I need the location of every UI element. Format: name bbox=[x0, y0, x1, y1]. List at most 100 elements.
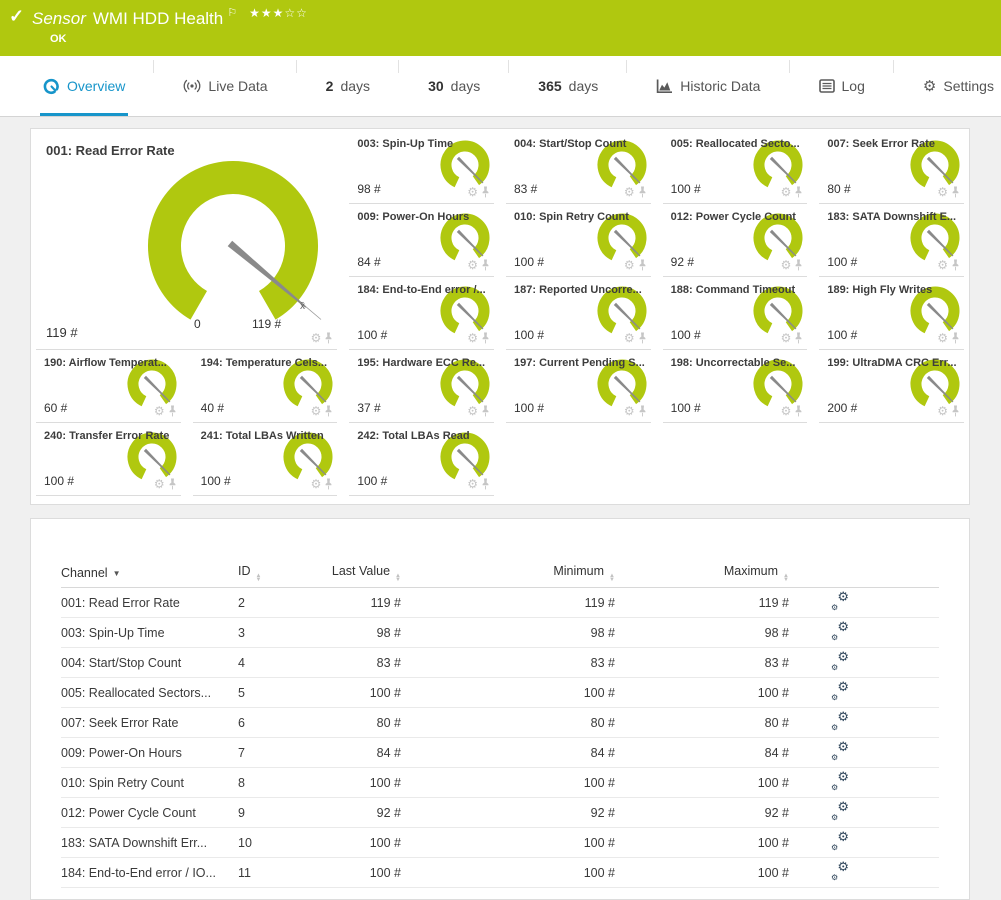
flag-icon[interactable]: ⚐ bbox=[227, 6, 237, 19]
table-row[interactable]: 001: Read Error Rate 2 119 # 119 # 119 #… bbox=[61, 588, 939, 618]
table-row[interactable]: 004: Start/Stop Count 4 83 # 83 # 83 # ⚙… bbox=[61, 648, 939, 678]
pin-icon[interactable] bbox=[324, 332, 333, 344]
gear-icon[interactable]: ⚙ bbox=[781, 333, 792, 344]
column-header-maximum[interactable]: Maximum▲▼ bbox=[615, 564, 789, 582]
channel-name[interactable]: 183: SATA Downshift Err... bbox=[61, 836, 238, 850]
tab-label: Historic Data bbox=[680, 78, 760, 94]
gear-icon[interactable]: ⚙ bbox=[781, 260, 792, 271]
channel-settings-icon[interactable]: ⚙⚙ bbox=[831, 743, 849, 760]
channel-settings-icon[interactable]: ⚙⚙ bbox=[831, 683, 849, 700]
pin-icon[interactable] bbox=[794, 405, 803, 417]
channel-settings-icon[interactable]: ⚙⚙ bbox=[831, 803, 849, 820]
gauge-value: 100 # bbox=[514, 401, 544, 415]
channel-name[interactable]: 005: Reallocated Sectors... bbox=[61, 686, 238, 700]
gear-icon[interactable]: ⚙ bbox=[781, 187, 792, 198]
channel-name[interactable]: 009: Power-On Hours bbox=[61, 746, 238, 760]
gear-icon[interactable]: ⚙ bbox=[467, 406, 478, 417]
gear-icon[interactable]: ⚙ bbox=[311, 406, 322, 417]
channel-settings-icon[interactable]: ⚙⚙ bbox=[831, 713, 849, 730]
channel-name[interactable]: 010: Spin Retry Count bbox=[61, 776, 238, 790]
channel-id: 10 bbox=[238, 836, 296, 850]
gear-icon[interactable]: ⚙ bbox=[154, 479, 165, 490]
pin-icon[interactable] bbox=[168, 405, 177, 417]
tab-2-days[interactable]: 2 days bbox=[323, 56, 373, 116]
table-row[interactable]: 003: Spin-Up Time 3 98 # 98 # 98 # ⚙⚙ bbox=[61, 618, 939, 648]
last-value: 100 # bbox=[296, 686, 401, 700]
pin-icon[interactable] bbox=[951, 332, 960, 344]
gear-icon[interactable]: ⚙ bbox=[624, 406, 635, 417]
gauge-title: 009: Power-On Hours bbox=[357, 211, 469, 223]
tab-log[interactable]: Log bbox=[816, 56, 868, 116]
column-header-minimum[interactable]: Minimum▲▼ bbox=[401, 564, 615, 582]
pin-icon[interactable] bbox=[481, 332, 490, 344]
gear-icon[interactable]: ⚙ bbox=[467, 479, 478, 490]
pin-icon[interactable] bbox=[324, 478, 333, 490]
channel-name[interactable]: 003: Spin-Up Time bbox=[61, 626, 238, 640]
table-row[interactable]: 183: SATA Downshift Err... 10 100 # 100 … bbox=[61, 828, 939, 858]
tab-live-data[interactable]: Live Data bbox=[180, 56, 270, 116]
channel-name[interactable]: 184: End-to-End error / IO... bbox=[61, 866, 238, 880]
pin-icon[interactable] bbox=[481, 405, 490, 417]
gear-icon[interactable]: ⚙ bbox=[937, 260, 948, 271]
pin-icon[interactable] bbox=[481, 186, 490, 198]
gauge-scale-min: 0 bbox=[194, 317, 201, 331]
pin-icon[interactable] bbox=[951, 259, 960, 271]
priority-stars[interactable]: ★★★☆☆ bbox=[249, 6, 308, 20]
gauge-value: 84 # bbox=[357, 255, 380, 269]
maximum-value: 98 # bbox=[615, 626, 789, 640]
channel-settings-icon[interactable]: ⚙⚙ bbox=[831, 623, 849, 640]
pin-icon[interactable] bbox=[794, 332, 803, 344]
gear-icon[interactable]: ⚙ bbox=[467, 260, 478, 271]
pin-icon[interactable] bbox=[324, 405, 333, 417]
pin-icon[interactable] bbox=[638, 332, 647, 344]
gear-icon[interactable]: ⚙ bbox=[624, 187, 635, 198]
channel-settings-icon[interactable]: ⚙⚙ bbox=[831, 863, 849, 880]
channel-name[interactable]: 004: Start/Stop Count bbox=[61, 656, 238, 670]
gear-icon[interactable]: ⚙ bbox=[311, 333, 322, 344]
tab-settings[interactable]: ⚙ Settings bbox=[920, 56, 997, 116]
pin-icon[interactable] bbox=[481, 259, 490, 271]
gear-icon[interactable]: ⚙ bbox=[937, 333, 948, 344]
channel-name[interactable]: 012: Power Cycle Count bbox=[61, 806, 238, 820]
maximum-value: 100 # bbox=[615, 836, 789, 850]
gear-icon[interactable]: ⚙ bbox=[154, 406, 165, 417]
gear-icon[interactable]: ⚙ bbox=[467, 187, 478, 198]
pin-icon[interactable] bbox=[951, 405, 960, 417]
channel-name[interactable]: 001: Read Error Rate bbox=[61, 596, 238, 610]
gear-icon[interactable]: ⚙ bbox=[781, 406, 792, 417]
pin-icon[interactable] bbox=[168, 478, 177, 490]
gear-icon[interactable]: ⚙ bbox=[937, 406, 948, 417]
table-row[interactable]: 010: Spin Retry Count 8 100 # 100 # 100 … bbox=[61, 768, 939, 798]
channel-settings-icon[interactable]: ⚙⚙ bbox=[831, 653, 849, 670]
tab-365-days[interactable]: 365 days bbox=[535, 56, 601, 116]
column-header-channel[interactable]: Channel▼ bbox=[61, 566, 238, 580]
channel-settings-icon[interactable]: ⚙⚙ bbox=[831, 593, 849, 610]
pin-icon[interactable] bbox=[638, 405, 647, 417]
tab-30-days[interactable]: 30 days bbox=[425, 56, 483, 116]
gear-icon[interactable]: ⚙ bbox=[624, 260, 635, 271]
gear-icon[interactable]: ⚙ bbox=[937, 187, 948, 198]
pin-icon[interactable] bbox=[481, 478, 490, 490]
pin-icon[interactable] bbox=[794, 186, 803, 198]
tab-label: Overview bbox=[67, 78, 125, 94]
tab-overview[interactable]: Overview bbox=[40, 56, 128, 116]
last-value: 119 # bbox=[296, 596, 401, 610]
table-row[interactable]: 009: Power-On Hours 7 84 # 84 # 84 # ⚙⚙ bbox=[61, 738, 939, 768]
tab-historic-data[interactable]: Historic Data bbox=[653, 56, 763, 116]
column-header-last-value[interactable]: Last Value▲▼ bbox=[296, 564, 401, 582]
gear-icon[interactable]: ⚙ bbox=[467, 333, 478, 344]
gear-icon[interactable]: ⚙ bbox=[311, 479, 322, 490]
table-row[interactable]: 012: Power Cycle Count 9 92 # 92 # 92 # … bbox=[61, 798, 939, 828]
pin-icon[interactable] bbox=[638, 259, 647, 271]
pin-icon[interactable] bbox=[794, 259, 803, 271]
channel-settings-icon[interactable]: ⚙⚙ bbox=[831, 773, 849, 790]
channel-name[interactable]: 007: Seek Error Rate bbox=[61, 716, 238, 730]
channel-settings-icon[interactable]: ⚙⚙ bbox=[831, 833, 849, 850]
gauge-panel: 005: Reallocated Secto... 100 # ⚙ bbox=[663, 131, 808, 204]
pin-icon[interactable] bbox=[951, 186, 960, 198]
column-header-id[interactable]: ID▲▼ bbox=[238, 564, 296, 582]
table-row[interactable]: 005: Reallocated Sectors... 5 100 # 100 … bbox=[61, 678, 939, 708]
table-row[interactable]: 007: Seek Error Rate 6 80 # 80 # 80 # ⚙⚙ bbox=[61, 708, 939, 738]
gear-icon[interactable]: ⚙ bbox=[624, 333, 635, 344]
pin-icon[interactable] bbox=[638, 186, 647, 198]
